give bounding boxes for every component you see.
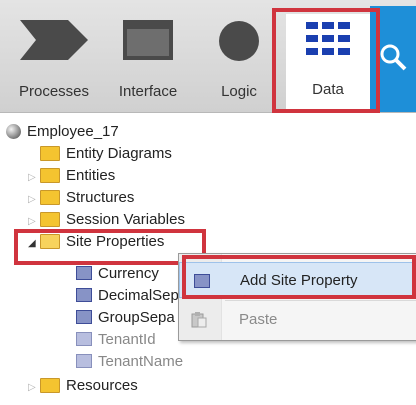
menu-item-label: Paste <box>239 311 278 328</box>
tree-root-label: Employee_17 <box>27 123 119 140</box>
paste-icon <box>191 312 207 328</box>
folder-icon <box>40 145 60 161</box>
tab-label: Processes <box>18 83 90 100</box>
tab-logic[interactable]: Logic <box>206 14 272 104</box>
expand-arrow-icon[interactable]: ▷ <box>28 167 38 189</box>
interface-window-icon <box>123 20 173 60</box>
toolbar: Processes Interface Logic Data <box>0 0 416 113</box>
tree-item-label: TenantId <box>98 331 156 348</box>
folder-icon <box>40 189 60 205</box>
tree-item-label: DecimalSep <box>98 287 179 304</box>
processes-chevron-icon <box>20 20 88 60</box>
tree-item-entities[interactable]: ▷ Entities <box>28 165 115 187</box>
add-site-property-highlight <box>182 255 416 299</box>
tree-item-session-variables[interactable]: ▷ Session Variables <box>28 209 185 231</box>
tree-item-label: Session Variables <box>66 211 185 228</box>
expand-arrow-icon[interactable]: ▷ <box>28 189 38 211</box>
tree-item-groupsepa[interactable]: GroupSepa <box>76 307 175 329</box>
folder-icon <box>40 211 60 227</box>
tree-item-resources[interactable]: ▷ Resources <box>28 375 138 397</box>
paste-menu-item[interactable]: Paste <box>179 302 416 338</box>
tree-item-currency[interactable]: Currency <box>76 263 159 285</box>
folder-icon <box>40 167 60 183</box>
search-icon <box>380 44 407 71</box>
tree-item-label: Entity Diagrams <box>66 145 172 162</box>
site-property-icon <box>76 354 92 369</box>
tab-label: Interface <box>118 83 178 100</box>
logic-circle-icon <box>219 21 259 61</box>
menu-separator <box>225 300 416 301</box>
folder-icon <box>40 377 60 393</box>
tab-interface[interactable]: Interface <box>108 14 188 104</box>
tree-item-label: Resources <box>66 377 138 394</box>
tree-item-label: GroupSepa <box>98 309 175 326</box>
tree-item-tenantname[interactable]: TenantName <box>76 351 183 373</box>
tree-item-label: Structures <box>66 189 135 206</box>
site-property-icon <box>76 288 92 303</box>
expand-arrow-icon[interactable]: ▷ <box>28 377 38 399</box>
site-property-icon <box>76 266 92 281</box>
module-globe-icon <box>6 123 21 139</box>
tab-processes[interactable]: Processes <box>4 14 104 104</box>
tree-item-entity-diagrams[interactable]: Entity Diagrams <box>40 143 172 165</box>
tree-item-tenantid[interactable]: TenantId <box>76 329 156 351</box>
site-property-icon <box>76 332 92 347</box>
tree-item-label: TenantName <box>98 353 184 370</box>
tree-item-decimalsep[interactable]: DecimalSep <box>76 285 179 307</box>
site-property-icon <box>76 310 92 325</box>
tree-item-label: Currency <box>98 265 159 282</box>
tab-label: Logic <box>221 83 257 100</box>
tree-root[interactable]: Employee_17 <box>6 121 119 143</box>
tree-item-structures[interactable]: ▷ Structures <box>28 187 134 209</box>
data-tab-highlight <box>272 8 380 113</box>
tree-item-label: Entities <box>66 167 116 184</box>
